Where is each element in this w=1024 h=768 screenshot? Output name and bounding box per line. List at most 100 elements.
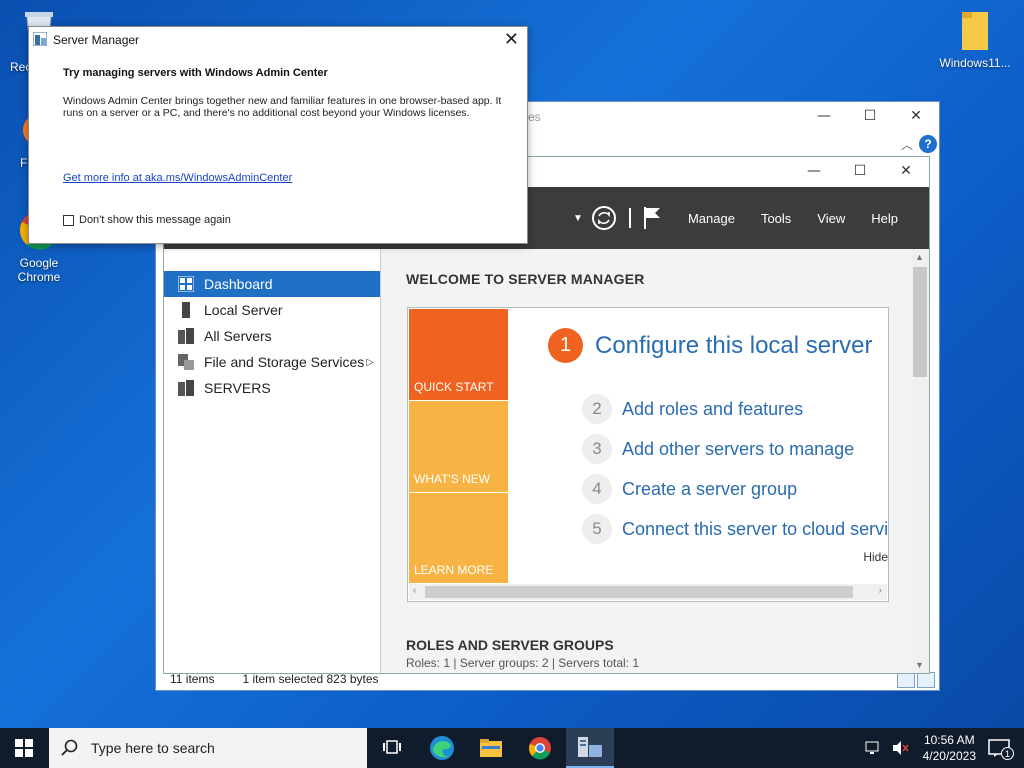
sidebar-item-file-storage[interactable]: File and Storage Services ▷ (164, 349, 380, 375)
checkbox-label: Don't show this message again (79, 214, 231, 226)
step-connect-cloud[interactable]: 5 Connect this server to cloud servic (582, 514, 888, 544)
menu-view[interactable]: View (804, 211, 858, 226)
start-button[interactable] (0, 728, 48, 768)
volume-muted-icon[interactable] (891, 740, 909, 756)
maximize-button[interactable]: ☐ (847, 102, 893, 130)
dialog-title: Server Manager (53, 33, 140, 47)
step-number-badge: 4 (582, 474, 612, 504)
step-add-roles[interactable]: 2 Add roles and features (582, 394, 803, 424)
menu-help[interactable]: Help (858, 211, 911, 226)
windows-logo-icon (15, 739, 33, 757)
view-toggle (897, 672, 935, 688)
search-icon (61, 739, 78, 756)
clock-time: 10:56 AM (923, 733, 975, 747)
dashboard-content: WELCOME TO SERVER MANAGER QUICK START WH… (381, 249, 911, 673)
step-number-badge: 2 (582, 394, 612, 424)
close-button[interactable]: ✕ (883, 157, 929, 185)
step-label: Connect this server to cloud servic (622, 518, 888, 539)
tile-whats-new[interactable]: WHAT'S NEW (409, 401, 508, 492)
task-view-icon (383, 740, 401, 754)
file-explorer-icon (480, 739, 502, 757)
explorer-window-controls: — ☐ ✕ (801, 102, 939, 132)
dropdown-arrow-icon[interactable]: ▼ (573, 213, 583, 224)
dialog-heading: Try managing servers with Windows Admin … (63, 67, 328, 79)
sidebar-item-label: File and Storage Services (204, 354, 365, 370)
step-add-servers[interactable]: 3 Add other servers to manage (582, 434, 854, 464)
step-label: Configure this local server (595, 331, 873, 359)
explorer-title: es (528, 110, 541, 124)
clock-date: 4/20/2023 (922, 749, 976, 763)
step-number-badge: 3 (582, 434, 612, 464)
desktop-icon-label: Windows11... (939, 56, 1011, 70)
sidebar-item-label: Dashboard (204, 276, 273, 292)
taskbar-edge[interactable] (418, 728, 466, 768)
roles-section-title: ROLES AND SERVER GROUPS (406, 637, 614, 653)
dialog-titlebar: Server Manager ✕ (29, 27, 527, 53)
vertical-scrollbar[interactable]: ▲ ▼ (911, 249, 929, 673)
minimize-button[interactable]: — (801, 102, 847, 130)
taskbar-chrome[interactable] (516, 728, 564, 768)
window-controls: — ☐ ✕ (791, 157, 929, 185)
system-tray: 10:56 AM 4/20/2023 1 (865, 728, 1024, 768)
taskbar-clock[interactable]: 10:56 AM 4/20/2023 (923, 732, 976, 764)
step-label: Add other servers to manage (622, 438, 855, 459)
scroll-up-icon[interactable]: ▲ (915, 252, 924, 262)
task-view-button[interactable] (368, 728, 416, 768)
step-configure-local-server[interactable]: 1 Configure this local server (548, 328, 872, 363)
tile-quick-start[interactable]: QUICK START (409, 309, 508, 400)
desktop-icon-label: Google Chrome (17, 256, 61, 284)
notifications-flag-icon[interactable] (643, 206, 661, 230)
menu-manage[interactable]: Manage (675, 211, 748, 226)
details-view-icon[interactable] (897, 672, 915, 688)
sidebar: Dashboard Local Server All Servers File … (164, 249, 381, 673)
toolbar-separator (628, 208, 631, 228)
minimize-button[interactable]: — (791, 157, 837, 185)
close-icon[interactable]: ✕ (504, 29, 519, 50)
welcome-title: WELCOME TO SERVER MANAGER (406, 271, 645, 287)
help-icon[interactable]: ? (919, 135, 937, 153)
large-icons-view-icon[interactable] (917, 672, 935, 688)
status-selection: 1 item selected 823 bytes (242, 672, 379, 686)
server-icon (178, 302, 194, 318)
notifications-icon[interactable]: 1 (988, 738, 1014, 760)
scroll-thumb[interactable] (913, 267, 927, 377)
refresh-icon[interactable] (591, 205, 617, 231)
maximize-button[interactable]: ☐ (837, 157, 883, 185)
quick-start-panel: QUICK START WHAT'S NEW LEARN MORE 1 Conf… (407, 307, 889, 602)
sidebar-item-dashboard[interactable]: Dashboard (164, 271, 380, 297)
horizontal-scrollbar[interactable]: ‹ › (409, 584, 887, 600)
roles-summary: Roles: 1 | Server groups: 2 | Servers to… (406, 656, 640, 670)
menu-tools[interactable]: Tools (748, 211, 804, 226)
network-icon[interactable] (865, 740, 883, 756)
step-create-server-group[interactable]: 4 Create a server group (582, 474, 797, 504)
tile-label: LEARN MORE (414, 563, 494, 577)
scroll-right-icon[interactable]: › (879, 585, 882, 596)
sidebar-item-all-servers[interactable]: All Servers (164, 323, 380, 349)
dont-show-checkbox[interactable]: Don't show this message again (63, 214, 231, 226)
sidebar-item-local-server[interactable]: Local Server (164, 297, 380, 323)
expand-arrow-icon[interactable]: ▷ (366, 357, 374, 368)
storage-icon (178, 354, 194, 370)
chevron-up-icon[interactable]: ︿ (901, 136, 913, 153)
scroll-left-icon[interactable]: ‹ (413, 585, 416, 596)
taskbar-search[interactable]: Type here to search (49, 728, 367, 768)
checkbox[interactable] (63, 214, 74, 226)
server-manager-body: Dashboard Local Server All Servers File … (164, 249, 929, 673)
admin-center-dialog[interactable]: Server Manager ✕ Try managing servers wi… (28, 26, 528, 244)
taskbar-file-explorer[interactable] (467, 728, 515, 768)
desktop-icon-folder-windows11[interactable]: Windows11... (936, 10, 1014, 70)
tile-label: WHAT'S NEW (414, 472, 491, 486)
sidebar-item-label: SERVERS (204, 380, 271, 396)
edge-icon (430, 736, 454, 760)
tile-learn-more[interactable]: LEARN MORE (409, 493, 508, 583)
step-number-badge: 1 (548, 328, 583, 363)
sidebar-item-label: Local Server (204, 302, 283, 318)
dialog-body: Windows Admin Center brings together new… (63, 95, 502, 119)
close-button[interactable]: ✕ (893, 102, 939, 130)
scroll-down-icon[interactable]: ▼ (915, 660, 924, 670)
taskbar-server-manager[interactable] (566, 728, 614, 768)
sidebar-item-servers[interactable]: SERVERS (164, 375, 380, 401)
hide-link[interactable]: Hide (863, 550, 888, 564)
admin-center-link[interactable]: Get more info at aka.ms/WindowsAdminCent… (63, 172, 292, 184)
scroll-thumb[interactable] (425, 586, 853, 598)
